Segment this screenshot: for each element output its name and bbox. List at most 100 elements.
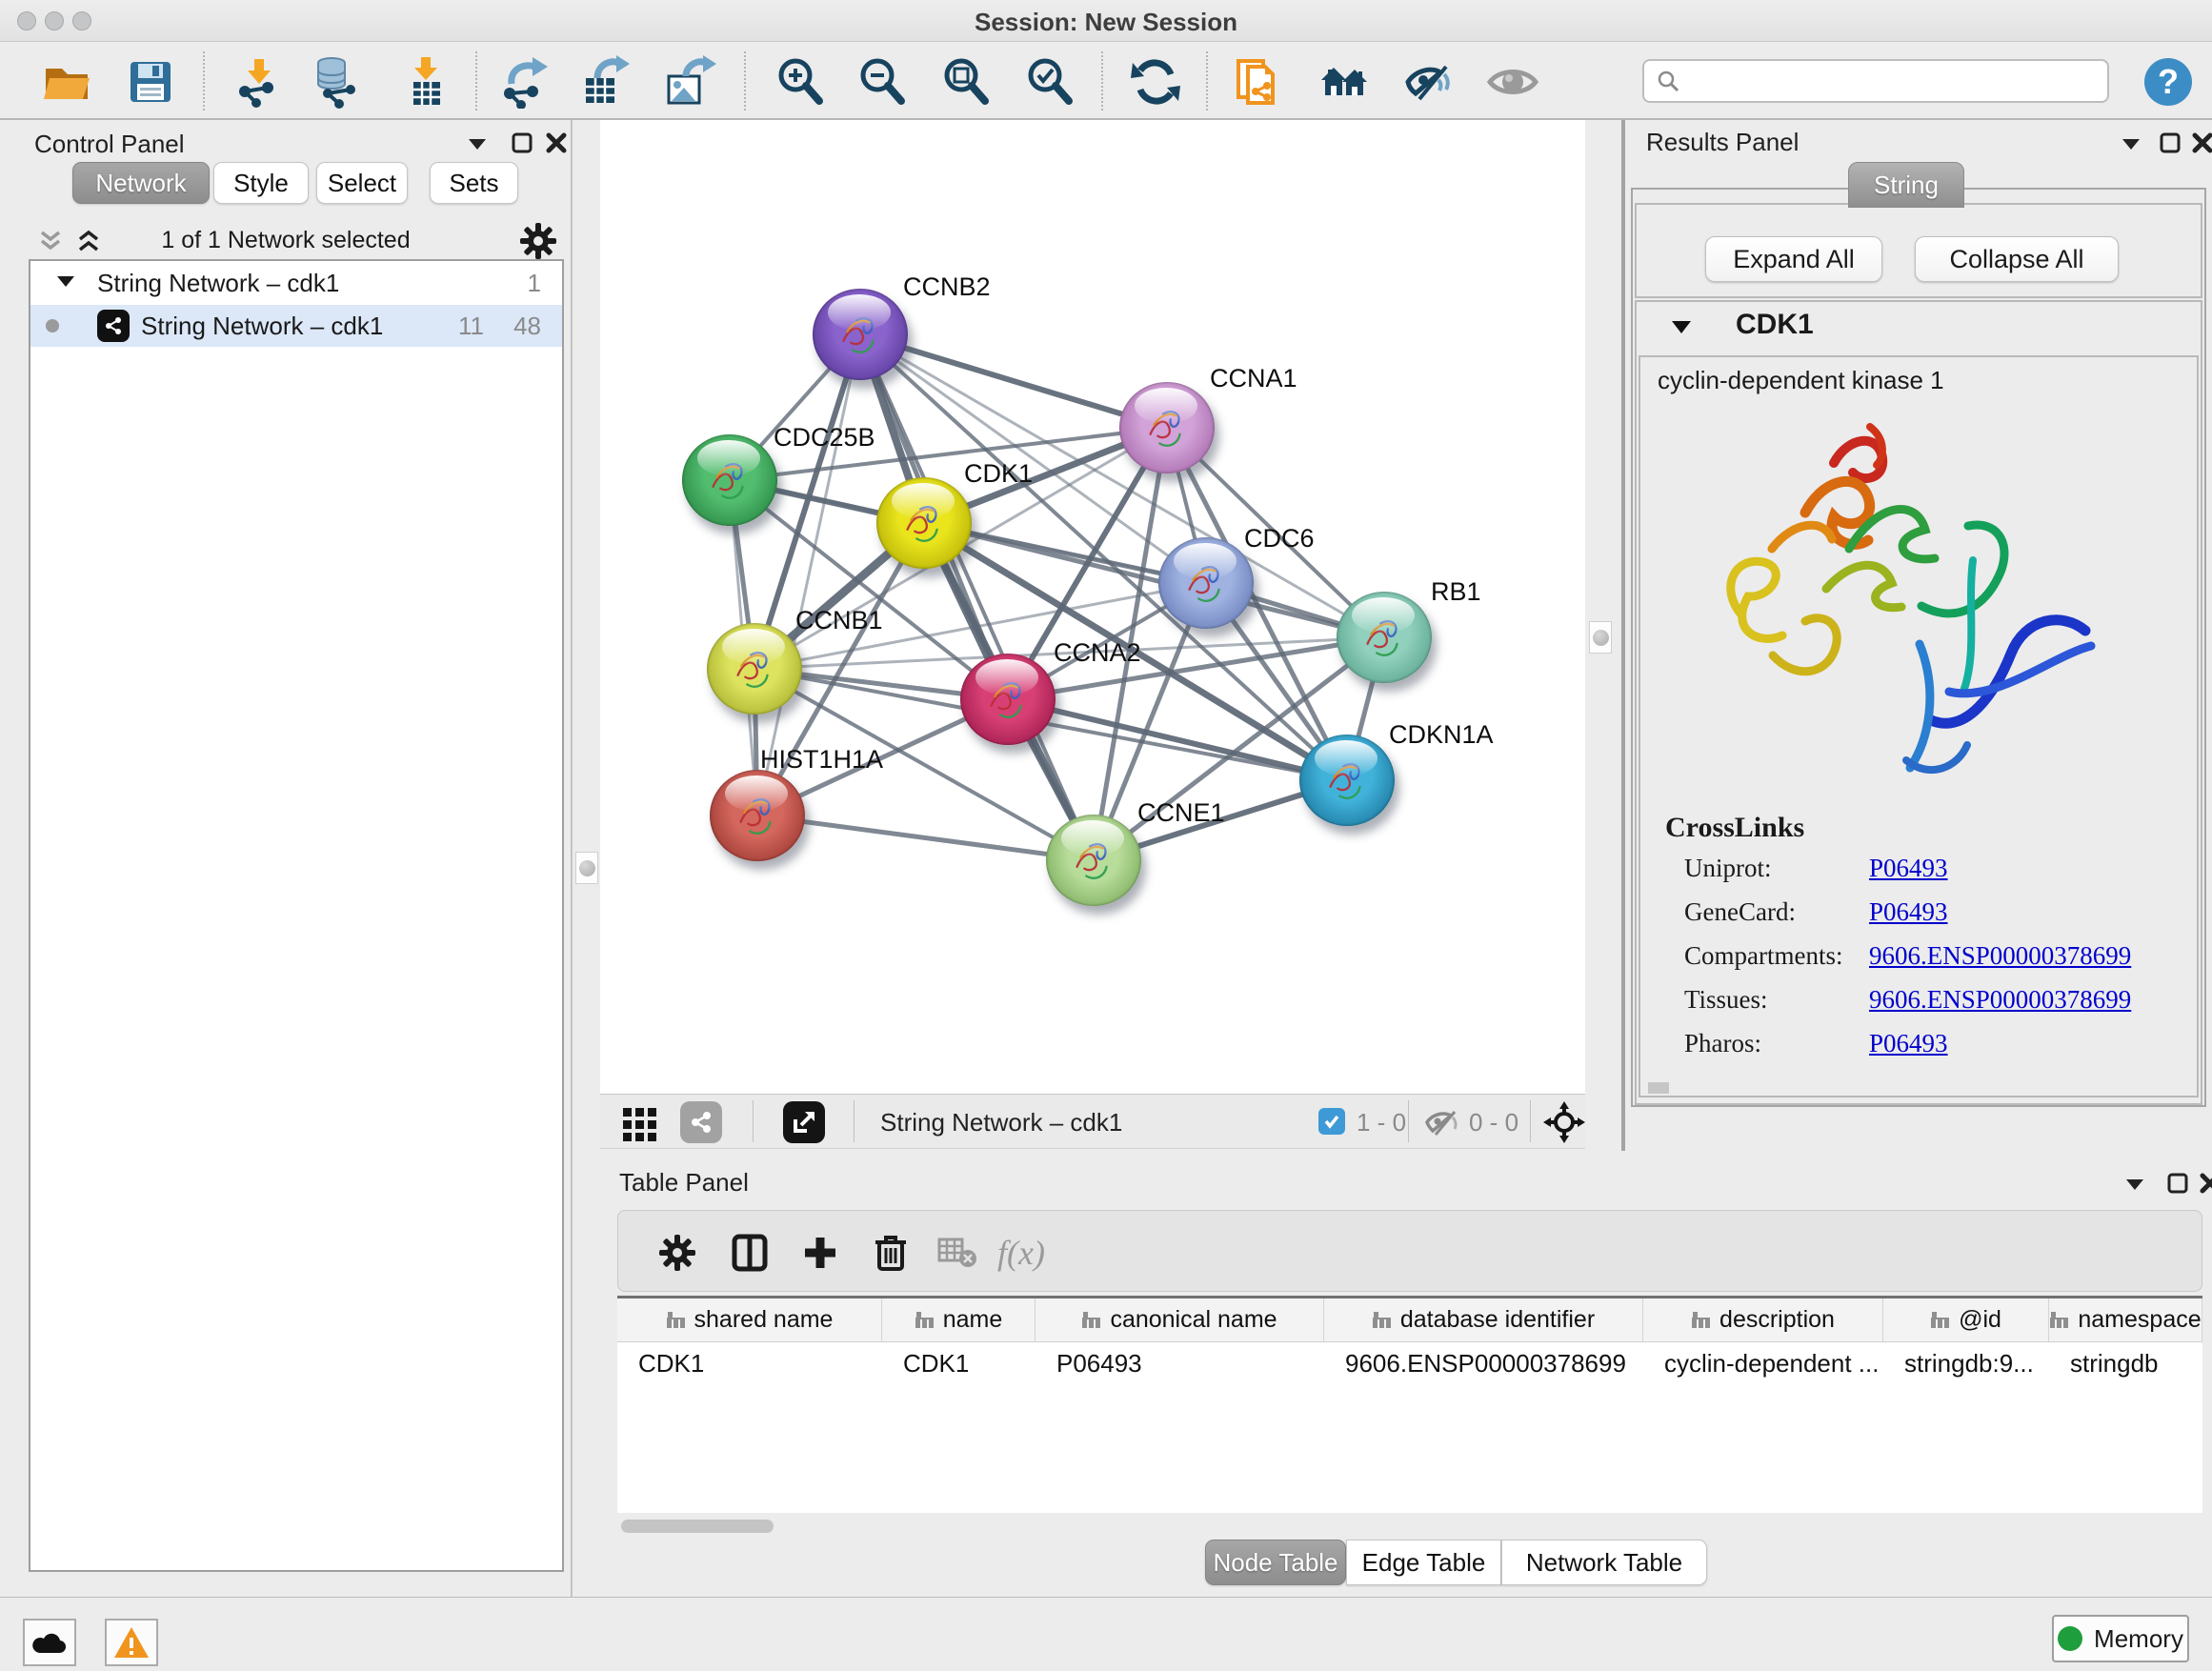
node-CCNA2[interactable] — [960, 654, 1056, 745]
import-table-icon[interactable] — [394, 53, 455, 111]
node-CDC6[interactable] — [1158, 537, 1254, 629]
selected-checkbox-icon[interactable] — [1318, 1108, 1345, 1135]
share-view-icon[interactable] — [680, 1101, 722, 1143]
node-CCNA1[interactable] — [1119, 382, 1215, 473]
show-eye-icon[interactable] — [1482, 53, 1543, 111]
home-network-icon[interactable] — [1314, 53, 1375, 111]
panel-float-icon[interactable] — [2166, 1172, 2189, 1199]
table-settings-gear-icon[interactable] — [654, 1230, 700, 1276]
export-table-icon[interactable] — [574, 53, 635, 111]
zoom-selected-icon[interactable] — [1019, 53, 1080, 111]
export-network-icon[interactable] — [494, 53, 555, 111]
open-session-icon[interactable] — [36, 53, 97, 111]
crosslink-link[interactable]: P06493 — [1869, 854, 1948, 882]
network-row-selected[interactable]: String Network – cdk1 11 48 — [30, 305, 562, 347]
node-CCNB2[interactable] — [813, 289, 908, 380]
network-collection-row[interactable]: String Network – cdk1 1 — [30, 261, 562, 305]
refresh-icon[interactable] — [1125, 53, 1186, 111]
panel-close-icon[interactable] — [545, 131, 568, 159]
search-field[interactable] — [1642, 59, 2109, 103]
table-cell[interactable]: stringdb — [2049, 1342, 2202, 1384]
column-header-description[interactable]: description — [1643, 1299, 1883, 1341]
search-input[interactable] — [1680, 68, 2081, 94]
tab-network-table[interactable]: Network Table — [1501, 1540, 1707, 1585]
node-CCNE1[interactable] — [1046, 815, 1141, 906]
node-CCNB1[interactable] — [707, 623, 802, 715]
node-CDC25B[interactable] — [682, 434, 777, 526]
left-splitter[interactable] — [572, 120, 600, 1597]
right-splitter[interactable] — [1585, 120, 1625, 1151]
table-cell[interactable]: CDK1 — [882, 1342, 1036, 1384]
zoom-in-icon[interactable] — [770, 53, 831, 111]
panel-float-icon[interactable] — [511, 131, 533, 159]
collapse-all-icon[interactable] — [36, 227, 65, 260]
table-cell[interactable]: P06493 — [1036, 1342, 1324, 1384]
column-header-shared-name[interactable]: shared name — [617, 1299, 882, 1341]
table-cell[interactable]: cyclin-dependent ... — [1643, 1342, 1883, 1384]
network-view-canvas[interactable]: CCNB2CCNA1CDC25BCDK1CDC6RB1CCNB1CCNA2CDK… — [600, 120, 1585, 1094]
table-cell[interactable]: stringdb:9... — [1883, 1342, 2049, 1384]
help-icon[interactable]: ? — [2138, 53, 2199, 111]
expand-all-icon[interactable] — [74, 227, 103, 260]
import-database-icon[interactable] — [307, 53, 368, 111]
column-header-name[interactable]: name — [882, 1299, 1036, 1341]
delete-table-icon[interactable] — [935, 1230, 980, 1276]
panel-float-icon[interactable] — [2159, 131, 2182, 159]
table-cell[interactable]: CDK1 — [617, 1342, 882, 1384]
node-CDKN1A[interactable] — [1299, 735, 1395, 826]
node-RB1[interactable] — [1337, 592, 1432, 683]
hscrollbar-thumb[interactable] — [621, 1520, 774, 1533]
show-columns-icon[interactable] — [727, 1230, 773, 1276]
panel-menu-icon[interactable] — [465, 131, 490, 161]
tab-node-table[interactable]: Node Table — [1205, 1540, 1346, 1585]
hide-selected-eye-icon[interactable] — [1398, 53, 1459, 111]
crosslink-link[interactable]: 9606.ENSP00000378699 — [1869, 985, 2131, 1014]
scrollbar-stub[interactable] — [1648, 1082, 1669, 1094]
export-image-icon[interactable] — [659, 53, 720, 111]
table-hscrollbar[interactable] — [617, 1517, 2202, 1536]
cloud-status-button[interactable] — [23, 1619, 76, 1666]
node-CDK1[interactable] — [876, 477, 972, 569]
zoom-fit-icon[interactable] — [935, 53, 996, 111]
tab-style[interactable]: Style — [213, 162, 309, 204]
import-network-icon[interactable] — [228, 53, 289, 111]
hidden-eye-icon[interactable] — [1423, 1104, 1461, 1145]
column-header-canonical-name[interactable]: canonical name — [1036, 1299, 1324, 1341]
tab-edge-table[interactable]: Edge Table — [1346, 1540, 1501, 1585]
node-section-collapse-icon[interactable] — [1669, 314, 1694, 344]
memory-button[interactable]: Memory — [2052, 1615, 2189, 1662]
column-header-database-identifier[interactable]: database identifier — [1324, 1299, 1643, 1341]
tab-sets[interactable]: Sets — [430, 162, 518, 204]
column-header-namespace[interactable]: namespace — [2049, 1299, 2202, 1341]
splitter-handle[interactable] — [1589, 621, 1612, 654]
panel-menu-icon[interactable] — [2119, 131, 2143, 161]
splitter-handle[interactable] — [575, 852, 598, 884]
panel-close-icon[interactable] — [2199, 1172, 2212, 1199]
document-share-icon[interactable] — [1229, 53, 1290, 111]
crosslink-link[interactable]: P06493 — [1869, 897, 1948, 926]
table-cell[interactable]: 9606.ENSP00000378699 — [1324, 1342, 1643, 1384]
collection-expand-icon[interactable] — [55, 269, 76, 298]
node-label-CDKN1A: CDKN1A — [1389, 720, 1494, 750]
tab-network[interactable]: Network — [72, 162, 210, 204]
tab-select[interactable]: Select — [316, 162, 408, 204]
tab-string[interactable]: String — [1848, 162, 1964, 208]
crosslink-link[interactable]: 9606.ENSP00000378699 — [1869, 941, 2131, 970]
node-HIST1H1A[interactable] — [710, 770, 805, 861]
birdseye-crosshair-icon[interactable] — [1543, 1101, 1585, 1148]
crosslink-link[interactable]: P06493 — [1869, 1029, 1948, 1057]
save-session-icon[interactable] — [120, 53, 181, 111]
zoom-out-icon[interactable] — [852, 53, 913, 111]
expand-all-button[interactable]: Expand All — [1705, 236, 1882, 282]
panel-close-icon[interactable] — [2191, 131, 2212, 159]
collapse-all-button[interactable]: Collapse All — [1915, 236, 2119, 282]
column-header--id[interactable]: @id — [1883, 1299, 2049, 1341]
add-column-icon[interactable] — [797, 1230, 843, 1276]
function-builder-icon[interactable]: f(x) — [997, 1230, 1045, 1276]
panel-menu-icon[interactable] — [2122, 1172, 2147, 1201]
grid-view-icon[interactable] — [619, 1102, 661, 1149]
delete-column-trash-icon[interactable] — [868, 1230, 914, 1276]
open-in-new-icon[interactable] — [783, 1101, 825, 1143]
warning-status-button[interactable] — [105, 1619, 158, 1666]
table-row[interactable]: CDK1CDK1P064939606.ENSP00000378699cyclin… — [617, 1342, 2202, 1384]
